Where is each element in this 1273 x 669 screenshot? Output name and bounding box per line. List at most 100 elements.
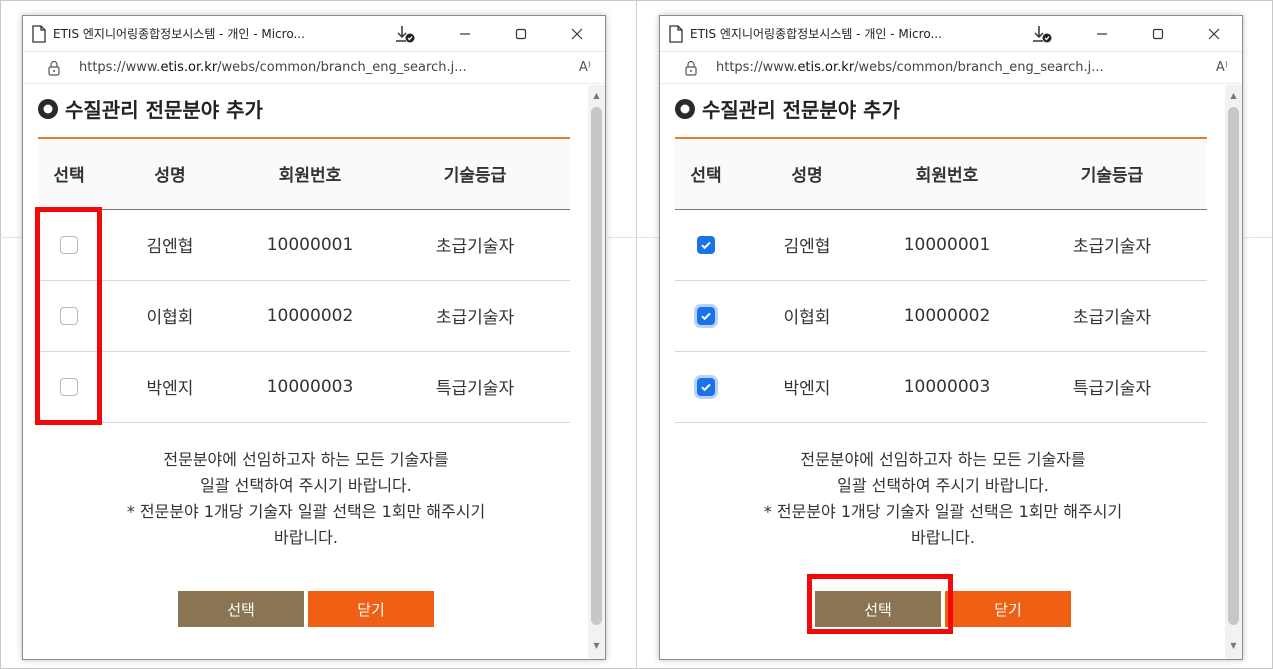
table-row: 이협회 10000002 초급기술자 xyxy=(38,280,570,352)
button-row: 선택 닫기 xyxy=(23,591,589,627)
notice-text: 전문분야에 선임하고자 하는 모든 기술자를 일괄 선택하여 주시기 바랍니다.… xyxy=(763,450,1123,547)
table-row: 박엔지 10000003 특급기술자 xyxy=(38,351,570,423)
column-header-member-no: 회원번호 xyxy=(240,139,380,210)
checkmark-icon xyxy=(701,383,711,391)
technical-grade: 초급기술자 xyxy=(1017,280,1207,352)
engineer-table: 선택 성명 회원번호 기술등급 김엔협 10000001 초급기술자 이협회 1… xyxy=(38,137,570,423)
download-button[interactable] xyxy=(1024,16,1060,52)
checkmark-icon xyxy=(701,312,711,320)
address-bar[interactable]: https://www.etis.or.kr/webs/common/branc… xyxy=(23,52,605,84)
scroll-down-arrow-icon[interactable]: ▼ xyxy=(1229,641,1238,650)
engineer-name: 박엔지 xyxy=(100,351,240,423)
title-bar[interactable]: ETIS 엔지니어링종합정보시스템 - 개인 - Micro... xyxy=(23,16,605,52)
column-header-grade: 기술등급 xyxy=(380,139,570,210)
popup-window-before: ETIS 엔지니어링종합정보시스템 - 개인 - Micro... https:… xyxy=(22,15,606,660)
minimize-icon xyxy=(460,32,470,35)
read-aloud-icon[interactable]: A⁾ xyxy=(579,60,591,75)
engineer-name: 이협회 xyxy=(100,280,240,352)
scroll-up-arrow-icon[interactable]: ▲ xyxy=(1229,91,1238,100)
technical-grade: 초급기술자 xyxy=(380,280,570,352)
panel-divider xyxy=(636,0,637,669)
close-button[interactable]: 닫기 xyxy=(308,591,434,627)
window-title: ETIS 엔지니어링종합정보시스템 - 개인 - Micro... xyxy=(53,27,305,41)
minimize-button[interactable] xyxy=(437,16,493,52)
scroll-down-arrow-icon[interactable]: ▼ xyxy=(592,641,601,650)
download-icon xyxy=(396,25,415,42)
page-heading: 수질관리 전문분야 추가 xyxy=(674,94,900,123)
document-icon xyxy=(669,24,683,43)
row-checkbox-checked[interactable] xyxy=(697,377,715,396)
maximize-icon xyxy=(1152,28,1164,39)
technical-grade: 특급기술자 xyxy=(1017,351,1207,423)
popup-content: 수질관리 전문분야 추가 선택 성명 회원번호 기술등급 김엔협 1000000… xyxy=(23,85,589,659)
table-row: 김엔협 10000001 초급기술자 xyxy=(38,209,570,281)
highlight-checkbox-column xyxy=(35,207,102,425)
table-header-row: 선택 성명 회원번호 기술등급 xyxy=(675,139,1207,210)
page-heading: 수질관리 전문분야 추가 xyxy=(37,94,263,123)
url-text[interactable]: https://www.etis.or.kr/webs/common/branc… xyxy=(716,60,1216,75)
engineer-name: 김엔협 xyxy=(100,209,240,281)
title-bar[interactable]: ETIS 엔지니어링종합정보시스템 - 개인 - Micro... xyxy=(660,16,1242,52)
member-number: 10000001 xyxy=(240,209,380,281)
bullet-circle-icon xyxy=(38,98,58,119)
maximize-icon xyxy=(515,28,527,39)
bullet-circle-icon xyxy=(675,98,695,119)
read-aloud-icon[interactable]: A⁾ xyxy=(1216,60,1228,75)
checkmark-icon xyxy=(701,241,711,249)
row-checkbox-checked[interactable] xyxy=(697,306,715,325)
technical-grade: 초급기술자 xyxy=(380,209,570,281)
document-icon xyxy=(32,24,46,43)
table-row: 이협회 10000002 초급기술자 xyxy=(675,280,1207,352)
popup-window-after: ETIS 엔지니어링종합정보시스템 - 개인 - Micro... https:… xyxy=(659,15,1243,660)
background-line xyxy=(1244,237,1272,238)
column-header-name: 성명 xyxy=(737,139,877,210)
scroll-thumb[interactable] xyxy=(1228,107,1239,625)
maximize-button[interactable] xyxy=(493,16,549,52)
column-header-member-no: 회원번호 xyxy=(877,139,1017,210)
url-text[interactable]: https://www.etis.or.kr/webs/common/branc… xyxy=(79,60,579,75)
engineer-table: 선택 성명 회원번호 기술등급 김엔협 10000001 초급기술자 이협회 1… xyxy=(675,137,1207,423)
column-header-select: 선택 xyxy=(38,139,100,210)
page-title: 수질관리 전문분야 추가 xyxy=(65,98,263,122)
minimize-icon xyxy=(1097,32,1107,35)
scroll-thumb[interactable] xyxy=(591,107,602,625)
background-line xyxy=(637,237,659,238)
window-title: ETIS 엔지니어링종합정보시스템 - 개인 - Micro... xyxy=(690,27,942,41)
close-button[interactable]: 닫기 xyxy=(945,591,1071,627)
background-line xyxy=(607,237,636,238)
engineer-name: 김엔협 xyxy=(737,209,877,281)
member-number: 10000001 xyxy=(877,209,1017,281)
download-icon xyxy=(1033,25,1052,42)
technical-grade: 특급기술자 xyxy=(380,351,570,423)
member-number: 10000002 xyxy=(240,280,380,352)
member-number: 10000003 xyxy=(877,351,1017,423)
table-header-row: 선택 성명 회원번호 기술등급 xyxy=(38,139,570,210)
background-line xyxy=(0,237,22,238)
download-button[interactable] xyxy=(387,16,423,52)
vertical-scrollbar[interactable]: ▲ ▼ xyxy=(588,85,605,659)
close-icon xyxy=(571,28,583,39)
lock-icon xyxy=(48,60,60,76)
member-number: 10000003 xyxy=(240,351,380,423)
column-header-select: 선택 xyxy=(675,139,737,210)
maximize-button[interactable] xyxy=(1130,16,1186,52)
minimize-button[interactable] xyxy=(1074,16,1130,52)
table-row: 박엔지 10000003 특급기술자 xyxy=(675,351,1207,423)
technical-grade: 초급기술자 xyxy=(1017,209,1207,281)
select-button[interactable]: 선택 xyxy=(178,591,304,627)
highlight-select-button xyxy=(807,574,953,634)
close-window-button[interactable] xyxy=(1186,16,1242,52)
lock-icon xyxy=(685,60,697,76)
row-checkbox-checked[interactable] xyxy=(697,235,715,254)
vertical-scrollbar[interactable]: ▲ ▼ xyxy=(1225,85,1242,659)
notice-text: 전문분야에 선임하고자 하는 모든 기술자를 일괄 선택하여 주시기 바랍니다.… xyxy=(126,450,486,547)
close-window-button[interactable] xyxy=(549,16,605,52)
close-icon xyxy=(1208,28,1220,39)
engineer-name: 박엔지 xyxy=(737,351,877,423)
column-header-grade: 기술등급 xyxy=(1017,139,1207,210)
column-header-name: 성명 xyxy=(100,139,240,210)
page-title: 수질관리 전문분야 추가 xyxy=(702,98,900,122)
address-bar[interactable]: https://www.etis.or.kr/webs/common/branc… xyxy=(660,52,1242,84)
member-number: 10000002 xyxy=(877,280,1017,352)
scroll-up-arrow-icon[interactable]: ▲ xyxy=(592,91,601,100)
